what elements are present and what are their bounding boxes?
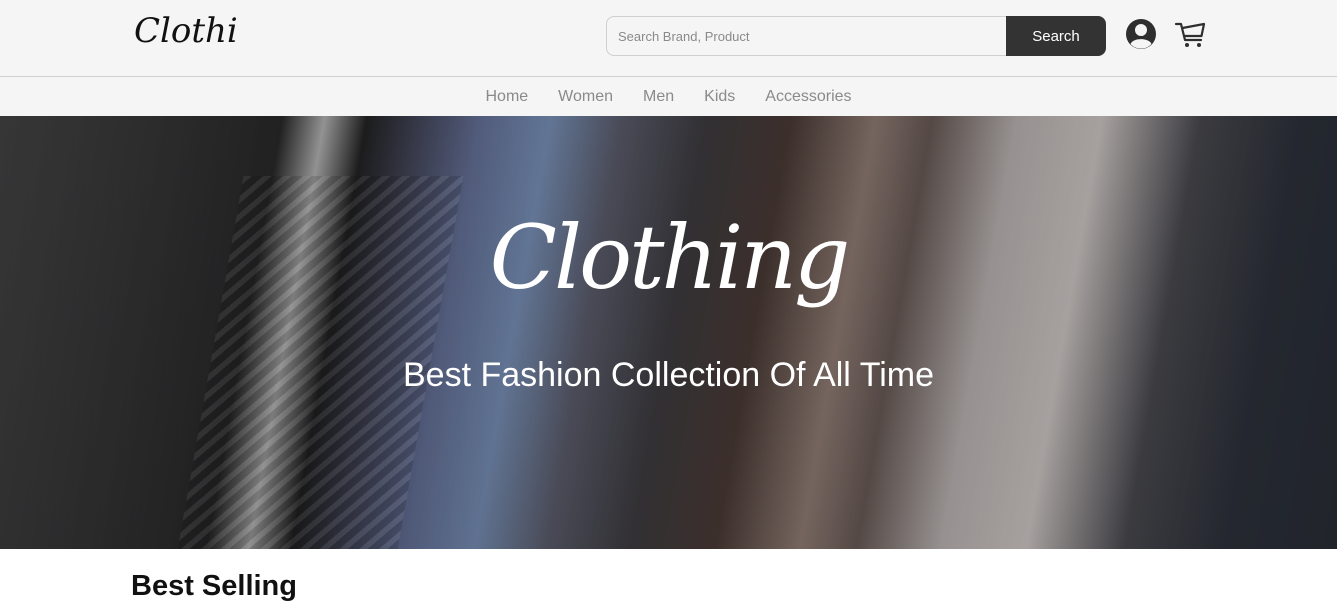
nav-women[interactable]: Women bbox=[543, 88, 628, 106]
search-button[interactable]: Search bbox=[1006, 16, 1106, 56]
search-input[interactable] bbox=[606, 16, 1008, 56]
hero-logo: Clothing bbox=[489, 206, 851, 309]
nav-home[interactable]: Home bbox=[470, 88, 543, 106]
user-icon bbox=[1126, 19, 1156, 49]
hero-tagline: Best Fashion Collection Of All Time bbox=[402, 356, 934, 394]
cart-button[interactable] bbox=[1174, 17, 1208, 51]
header-bar: Clothing Search bbox=[0, 0, 1337, 77]
best-selling-title: Best Selling bbox=[131, 570, 297, 602]
svg-text:Clothing: Clothing bbox=[134, 11, 240, 51]
site-logo[interactable]: Clothing bbox=[132, 8, 281, 64]
nav-accessories[interactable]: Accessories bbox=[750, 88, 866, 106]
logo-wordmark: Clothing bbox=[134, 11, 281, 51]
nav-men[interactable]: Men bbox=[628, 88, 689, 106]
cart-icon bbox=[1174, 22, 1206, 47]
nav-kids[interactable]: Kids bbox=[689, 88, 750, 106]
main-nav: Home Women Men Kids Accessories bbox=[0, 77, 1337, 116]
hero-overlay bbox=[0, 116, 1337, 549]
account-button[interactable] bbox=[1124, 17, 1158, 51]
hero-banner: Clothing Best Fashion Collection Of All … bbox=[0, 116, 1337, 549]
search-bar: Search bbox=[606, 16, 1106, 56]
main-nav-bar: Home Women Men Kids Accessories bbox=[0, 77, 1337, 116]
